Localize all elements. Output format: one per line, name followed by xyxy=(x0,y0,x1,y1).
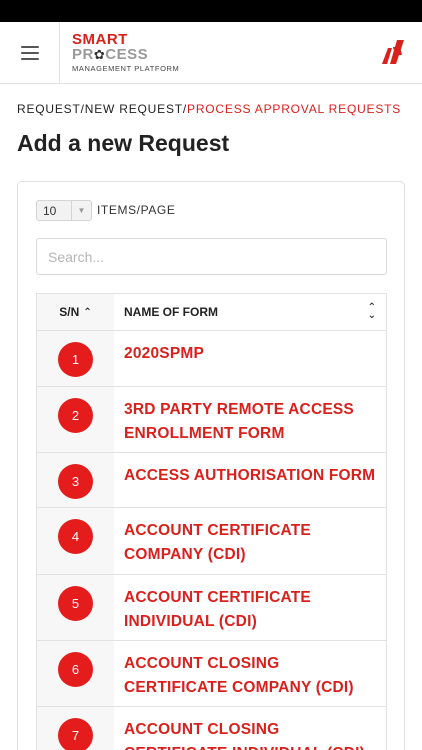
row-number-badge: 5 xyxy=(58,586,93,621)
table-row[interactable]: 1 2020SPMP xyxy=(37,331,386,387)
form-name-link[interactable]: ACCOUNT CERTIFICATE COMPANY (CDI) xyxy=(114,508,386,574)
table-row[interactable]: 4 ACCOUNT CERTIFICATE COMPANY (CDI) xyxy=(37,508,386,575)
table-row[interactable]: 2 3RD PARTY REMOTE ACCESS ENROLLMENT FOR… xyxy=(37,387,386,453)
row-sn-cell: 3 xyxy=(37,453,114,507)
company-logo-icon xyxy=(382,40,404,64)
brand-line1: SMART xyxy=(72,31,128,48)
brand-line2: PR✿CESS xyxy=(72,46,149,63)
table-row[interactable]: 5 ACCOUNT CERTIFICATE INDIVIDUAL (CDI) xyxy=(37,575,386,641)
table-header: S/N ⌃ NAME OF FORM ⌃ ⌄ xyxy=(37,294,386,331)
page-size-value: 10 xyxy=(43,204,57,218)
row-sn-cell: 7 xyxy=(37,707,114,750)
form-name-link[interactable]: ACCOUNT CLOSING CERTIFICATE INDIVIDUAL (… xyxy=(114,707,386,750)
sort-icon: ⌃ ⌄ xyxy=(367,302,376,321)
forms-table: S/N ⌃ NAME OF FORM ⌃ ⌄ 1 2020SPMP 2 3RD PA… xyxy=(36,293,387,750)
gear-icon: ✿ xyxy=(93,47,106,62)
page-title: Add a new Request xyxy=(17,130,230,156)
status-bar xyxy=(0,0,422,22)
chevron-down-icon: ▼ xyxy=(71,201,91,220)
brand-logo[interactable]: SMART PR✿CESS MANAGEMENT PLATFORM xyxy=(72,32,179,74)
items-per-page-label: ITEMS/PAGE xyxy=(97,203,176,217)
requests-card: 10 ▼ ITEMS/PAGE S/N⌃ NAME OF FORM ⌃⌄ 1 2… xyxy=(17,181,405,750)
row-number-badge: 3 xyxy=(58,464,93,499)
row-number-badge: 4 xyxy=(58,519,93,554)
table-row[interactable]: 6 ACCOUNT CLOSING CERTIFICATE COMPANY (C… xyxy=(37,641,386,707)
row-sn-cell: 5 xyxy=(37,575,114,640)
row-sn-cell: 2 xyxy=(37,387,114,452)
form-name-link[interactable]: ACCESS AUTHORISATION FORM xyxy=(114,453,386,507)
table-row[interactable]: 7 ACCOUNT CLOSING CERTIFICATE INDIVIDUAL… xyxy=(37,707,386,750)
brand-tagline: MANAGEMENT PLATFORM xyxy=(72,64,180,73)
column-header-name[interactable]: NAME OF FORM ⌃ ⌄ xyxy=(114,294,386,330)
row-number-badge: 7 xyxy=(58,718,93,750)
page-size-select[interactable]: 10 ▼ xyxy=(36,200,92,221)
row-sn-cell: 4 xyxy=(37,508,114,574)
breadcrumb-new-request[interactable]: NEW REQUEST/ xyxy=(85,102,187,116)
row-sn-cell: 6 xyxy=(37,641,114,706)
table-row[interactable]: 3 ACCESS AUTHORISATION FORM xyxy=(37,453,386,508)
row-number-badge: 6 xyxy=(58,652,93,687)
breadcrumb-current: PROCESS APPROVAL REQUESTS xyxy=(187,102,402,116)
app-header: SMART PR✿CESS MANAGEMENT PLATFORM xyxy=(0,22,422,84)
search-input[interactable] xyxy=(36,238,387,275)
sort-ascending-icon: ⌃ xyxy=(83,306,92,318)
column-header-sn[interactable]: S/N ⌃ xyxy=(37,294,114,330)
row-number-badge: 2 xyxy=(58,398,93,433)
row-number-badge: 1 xyxy=(58,342,93,377)
hamburger-icon xyxy=(20,45,39,60)
menu-button[interactable] xyxy=(0,22,60,83)
form-name-link[interactable]: ACCOUNT CERTIFICATE INDIVIDUAL (CDI) xyxy=(114,575,386,640)
form-name-link[interactable]: 3RD PARTY REMOTE ACCESS ENROLLMENT FORM xyxy=(114,387,386,452)
breadcrumb: REQUEST/NEW REQUEST/PROCESS APPROVAL REQ… xyxy=(17,102,401,116)
form-name-link[interactable]: ACCOUNT CLOSING CERTIFICATE COMPANY (CDI… xyxy=(114,641,386,706)
breadcrumb-request[interactable]: REQUEST/ xyxy=(17,102,85,116)
row-sn-cell: 1 xyxy=(37,331,114,386)
form-name-link[interactable]: 2020SPMP xyxy=(114,331,386,386)
